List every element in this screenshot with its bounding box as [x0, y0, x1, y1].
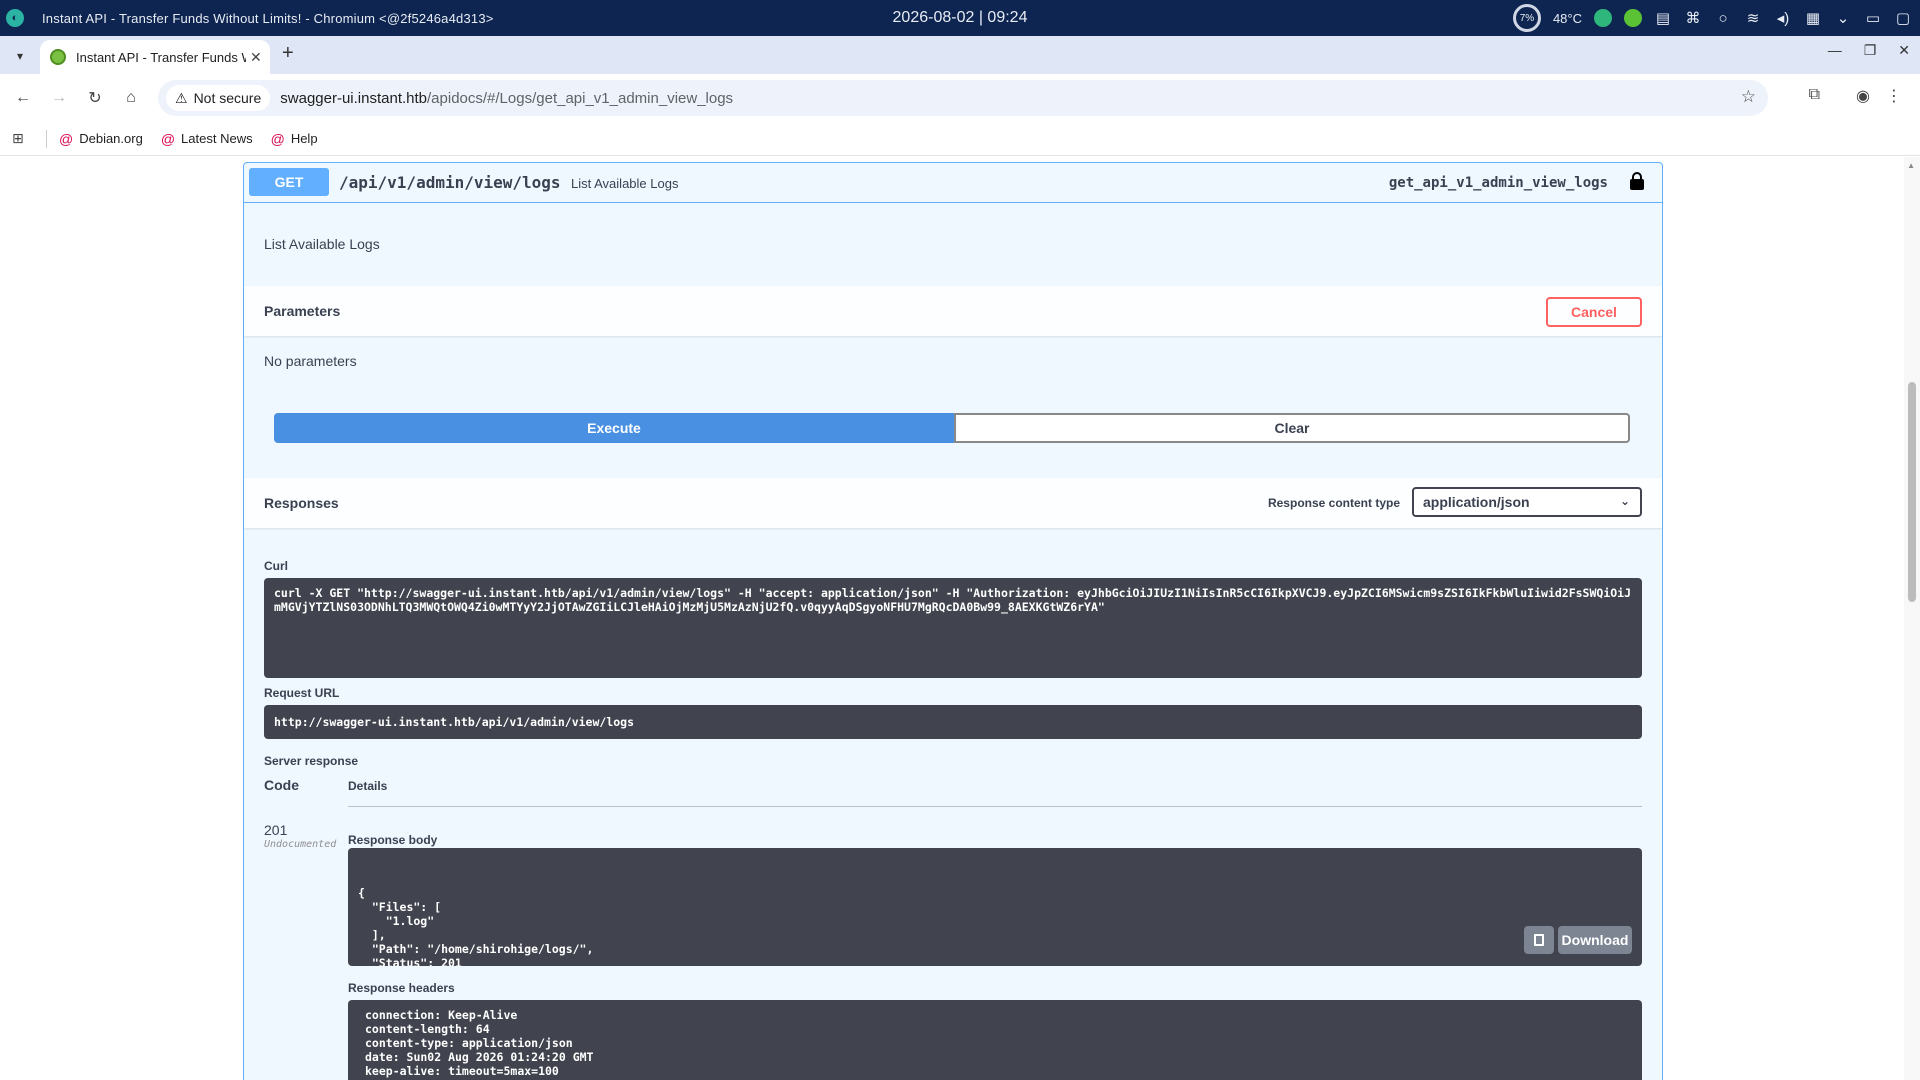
- reload-icon[interactable]: ↻: [82, 85, 108, 111]
- curl-label: Curl: [264, 559, 288, 573]
- request-url-value[interactable]: http://swagger-ui.instant.htb/api/v1/adm…: [264, 705, 1642, 739]
- app-tray-icon[interactable]: [1594, 9, 1612, 27]
- close-tab-icon[interactable]: ✕: [250, 49, 262, 66]
- operation-summary-text: List Available Logs: [571, 176, 679, 191]
- copy-icon: [1534, 934, 1544, 946]
- cpu-usage-indicator[interactable]: 7%: [1512, 4, 1541, 32]
- download-button[interactable]: Download: [1558, 926, 1632, 954]
- cancel-button[interactable]: Cancel: [1546, 297, 1642, 327]
- bookmark-star-icon[interactable]: ☆: [1741, 87, 1756, 107]
- response-body-json: { "Files": [ "1.log" ], "Path": "/home/s…: [358, 886, 594, 966]
- bookmarks-separator: [46, 129, 47, 148]
- details-column-header: Details: [348, 779, 388, 793]
- clipboard-icon[interactable]: ▤: [1654, 9, 1672, 27]
- bulb-icon[interactable]: ○: [1714, 9, 1732, 27]
- bookmark-label: Help: [290, 131, 318, 146]
- response-headers[interactable]: connection: Keep-Alive content-length: 6…: [348, 1000, 1642, 1080]
- clear-button[interactable]: Clear: [954, 413, 1630, 443]
- back-icon[interactable]: ←: [10, 85, 36, 111]
- debian-swirl-icon: @: [160, 130, 176, 147]
- extensions-icon[interactable]: ⧉: [1809, 86, 1820, 104]
- chevron-down-icon: ⌄: [1619, 494, 1630, 508]
- tab-title: Instant API - Transfer Funds Without Lim…: [76, 49, 246, 65]
- url-path: /apidocs/#/Logs/get_api_v1_admin_view_lo…: [427, 89, 734, 107]
- execute-wrapper: Execute Clear: [274, 413, 1630, 443]
- responses-title: Responses: [264, 495, 339, 511]
- restore-icon[interactable]: ❐: [1864, 42, 1877, 59]
- os-top-bar: ◐ Instant API - Transfer Funds Without L…: [0, 0, 1920, 36]
- tab-strip: ▾ Instant API - Transfer Funds Without L…: [0, 36, 1920, 74]
- scroll-up-arrow-icon[interactable]: ▲: [1907, 161, 1915, 170]
- close-window-icon[interactable]: ✕: [1898, 42, 1910, 59]
- window-icon[interactable]: ▭: [1864, 9, 1882, 27]
- no-parameters-text: No parameters: [264, 353, 357, 369]
- chip-icon[interactable]: ▦: [1804, 9, 1822, 27]
- bookmark-help[interactable]: @ Help: [271, 131, 318, 147]
- bookmarks-bar: ⊞ @ Debian.org @ Latest News @ Help: [0, 122, 1920, 156]
- request-url-label: Request URL: [264, 686, 340, 700]
- content-type-label: Response content type: [1267, 496, 1400, 510]
- http-method-badge: GET: [249, 168, 329, 196]
- bookmark-label: Debian.org: [79, 131, 143, 146]
- bookmark-debian[interactable]: @ Debian.org: [59, 131, 143, 147]
- system-tray: 7% 48°C ▤ ⌘ ○ ≋ ◂) ▦ ⌄ ▭ ▢: [1512, 0, 1912, 36]
- temperature-readout: 48°C: [1552, 10, 1582, 26]
- parameters-title: Parameters: [264, 303, 341, 319]
- operation-id: get_api_v1_admin_view_logs: [1388, 175, 1608, 191]
- display-icon[interactable]: ▢: [1894, 9, 1912, 27]
- url-text[interactable]: swagger-ui.instant.htb/apidocs/#/Logs/ge…: [280, 90, 733, 107]
- parameters-header: Parameters Cancel: [244, 286, 1662, 336]
- chevron-down-icon[interactable]: ⌄: [1834, 9, 1852, 27]
- operation-description: List Available Logs: [264, 236, 380, 252]
- execute-button[interactable]: Execute: [274, 413, 954, 443]
- debian-swirl-icon: @: [59, 130, 74, 147]
- cat-tray-icon[interactable]: [1624, 9, 1642, 27]
- menu-kebab-icon[interactable]: ⋮: [1886, 86, 1902, 106]
- curl-command[interactable]: curl -X GET "http://swagger-ui.instant.h…: [264, 578, 1642, 678]
- warning-icon: ⚠: [175, 89, 188, 106]
- response-body-label: Response body: [348, 833, 438, 847]
- site-info-chip[interactable]: ⚠ Not secure: [166, 85, 271, 111]
- operation-block: GET /api/v1/admin/view/logs List Availab…: [243, 162, 1663, 1080]
- url-host: swagger-ui.instant.htb: [280, 89, 428, 107]
- window-title: Instant API - Transfer Funds Without Lim…: [42, 10, 494, 26]
- minimize-icon[interactable]: —: [1828, 42, 1842, 59]
- bookmark-label: Latest News: [181, 131, 253, 146]
- undocumented-flag: Undocumented: [264, 839, 337, 850]
- browser-tab-active[interactable]: Instant API - Transfer Funds Without Lim…: [40, 40, 270, 74]
- window-controls: — ❐ ✕: [1828, 42, 1910, 59]
- volume-icon[interactable]: ◂): [1774, 9, 1792, 27]
- code-column-header: Code: [264, 777, 299, 793]
- page-scrollbar[interactable]: ▲: [1904, 157, 1920, 1080]
- endpoint-path: /api/v1/admin/view/logs: [339, 173, 561, 192]
- operation-summary[interactable]: GET /api/v1/admin/view/logs List Availab…: [244, 163, 1662, 203]
- response-status-code: 201: [264, 822, 288, 838]
- os-logo-icon[interactable]: ◐: [6, 9, 24, 27]
- scrollbar-thumb[interactable]: [1908, 382, 1916, 602]
- server-response-label: Server response: [264, 754, 359, 768]
- favicon-icon: [50, 49, 66, 65]
- response-body[interactable]: { "Files": [ "1.log" ], "Path": "/home/s…: [348, 848, 1642, 966]
- forward-icon[interactable]: →: [46, 85, 72, 111]
- browser-toolbar: ← → ↻ ⌂ ⚠ Not secure swagger-ui.instant.…: [0, 74, 1920, 122]
- responses-header: Responses Response content type applicat…: [244, 478, 1662, 528]
- home-icon[interactable]: ⌂: [118, 85, 144, 111]
- response-headers-label: Response headers: [348, 981, 455, 995]
- security-label: Not secure: [193, 90, 262, 106]
- content-type-select[interactable]: application/json ⌄: [1412, 487, 1642, 517]
- profile-icon[interactable]: ◉: [1856, 86, 1870, 106]
- copy-to-clipboard-button[interactable]: [1524, 926, 1554, 954]
- page-content: GET /api/v1/admin/view/logs List Availab…: [0, 157, 1920, 1080]
- command-icon[interactable]: ⌘: [1684, 9, 1702, 27]
- lock-icon[interactable]: [1630, 172, 1644, 190]
- wifi-icon[interactable]: ≋: [1744, 9, 1762, 27]
- address-bar[interactable]: ⚠ Not secure swagger-ui.instant.htb/apid…: [158, 80, 1768, 116]
- bookmark-latest-news[interactable]: @ Latest News: [161, 131, 253, 147]
- new-tab-icon[interactable]: +: [282, 42, 294, 65]
- content-type-value: application/json: [1423, 494, 1530, 510]
- apps-grid-icon[interactable]: ⊞: [12, 130, 28, 147]
- tab-search-chevron-icon[interactable]: ▾: [8, 44, 32, 68]
- table-divider: [348, 806, 1642, 807]
- debian-swirl-icon: @: [270, 130, 285, 147]
